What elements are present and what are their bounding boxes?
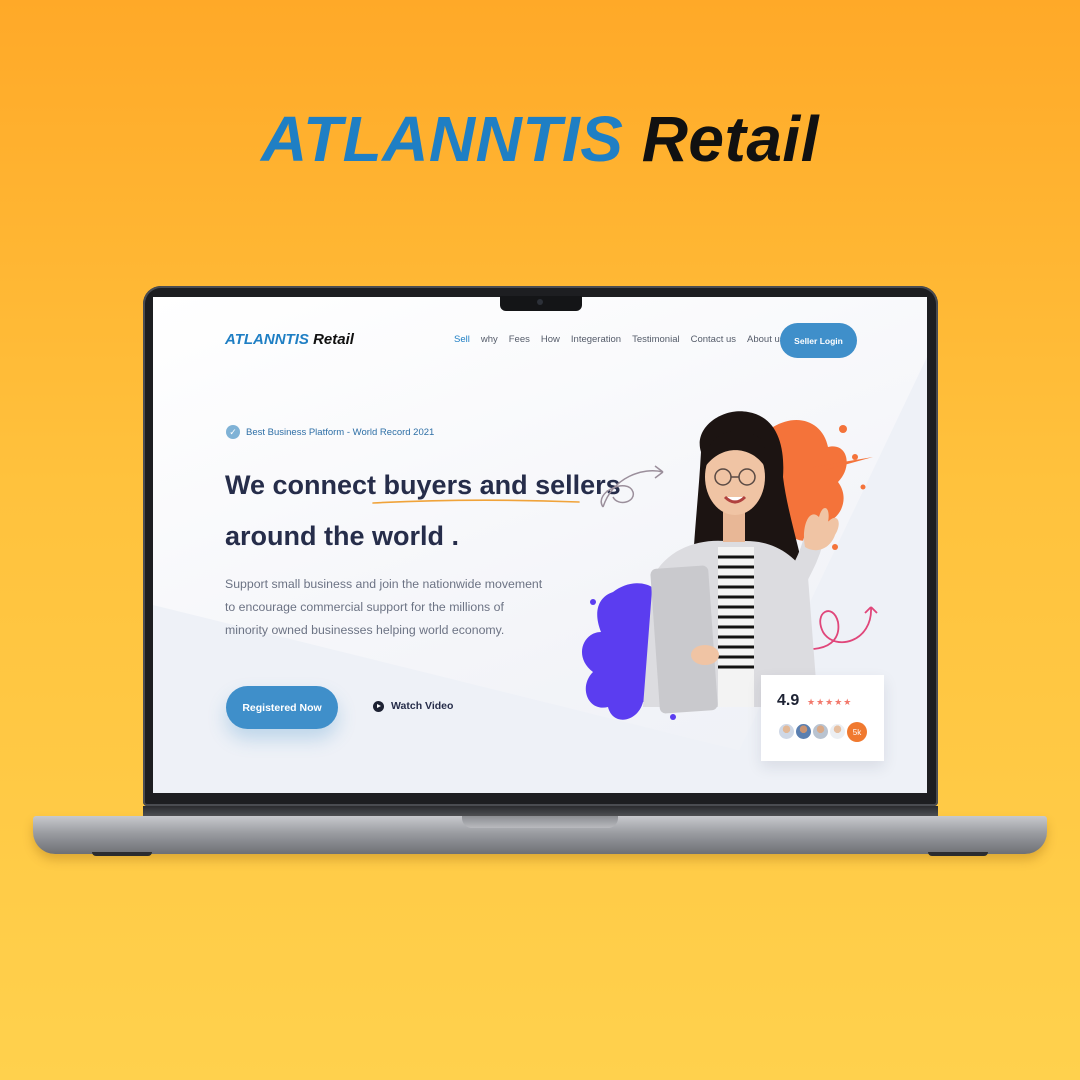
site-logo[interactable]: ATLANNTIS Retail xyxy=(225,331,354,348)
nav-item-about[interactable]: About us xyxy=(747,334,785,345)
laptop-foot-left xyxy=(92,852,152,856)
laptop-notch xyxy=(500,296,582,311)
review-count-badge: 5k xyxy=(847,722,867,742)
logo-suffix: Retail xyxy=(313,331,354,348)
verified-check-icon: ✓ xyxy=(226,425,240,439)
star-icon: ★★★★★ xyxy=(807,697,853,707)
register-now-button[interactable]: Registered Now xyxy=(226,686,338,729)
camera-icon xyxy=(537,299,543,305)
headline-part1: We connect xyxy=(225,470,377,500)
nav-item-contact[interactable]: Contact us xyxy=(691,334,736,345)
logo-brand: ATLANNTIS xyxy=(225,331,309,348)
watch-video-label: Watch Video xyxy=(391,700,454,712)
nav-item-fees[interactable]: Fees xyxy=(509,334,530,345)
headline-underline xyxy=(372,499,580,504)
rating-card: 4.9 ★★★★★ 5k xyxy=(761,675,884,761)
promo-title: ATLANNTIS Retail xyxy=(0,102,1080,176)
laptop-foot-right xyxy=(928,852,988,856)
hero-description: Support small business and join the nati… xyxy=(225,577,543,637)
reviewer-avatars: 5k xyxy=(777,722,867,742)
main-nav: Sell why Fees How Integeration Testimoni… xyxy=(454,334,785,345)
curly-arrow-icon xyxy=(600,465,664,508)
play-icon xyxy=(373,700,384,712)
nav-item-sell[interactable]: Sell xyxy=(454,334,470,345)
laptop-opening-notch xyxy=(462,816,618,828)
nav-item-how[interactable]: How xyxy=(541,334,560,345)
nav-item-integration[interactable]: Integeration xyxy=(571,334,621,345)
award-badge: ✓ Best Business Platform - World Record … xyxy=(226,425,434,439)
award-badge-text: Best Business Platform - World Record 20… xyxy=(246,426,435,438)
headline-part2: around the world . xyxy=(225,521,459,551)
watch-video-link[interactable]: Watch Video xyxy=(373,700,453,712)
nav-item-why[interactable]: why xyxy=(481,334,498,345)
promo-title-brand: ATLANNTIS xyxy=(261,103,624,175)
promo-title-suffix: Retail xyxy=(641,103,819,175)
laptop-screen: ATLANNTIS Retail Sell why Fees How Integ… xyxy=(153,297,927,793)
avatar xyxy=(828,722,847,741)
hero-headline: We connect buyers and sellers around the… xyxy=(225,460,625,562)
seller-login-button[interactable]: Seller Login xyxy=(780,323,857,358)
rating-score: 4.9 xyxy=(777,692,800,709)
nav-item-testimonial[interactable]: Testimonial xyxy=(632,334,680,345)
